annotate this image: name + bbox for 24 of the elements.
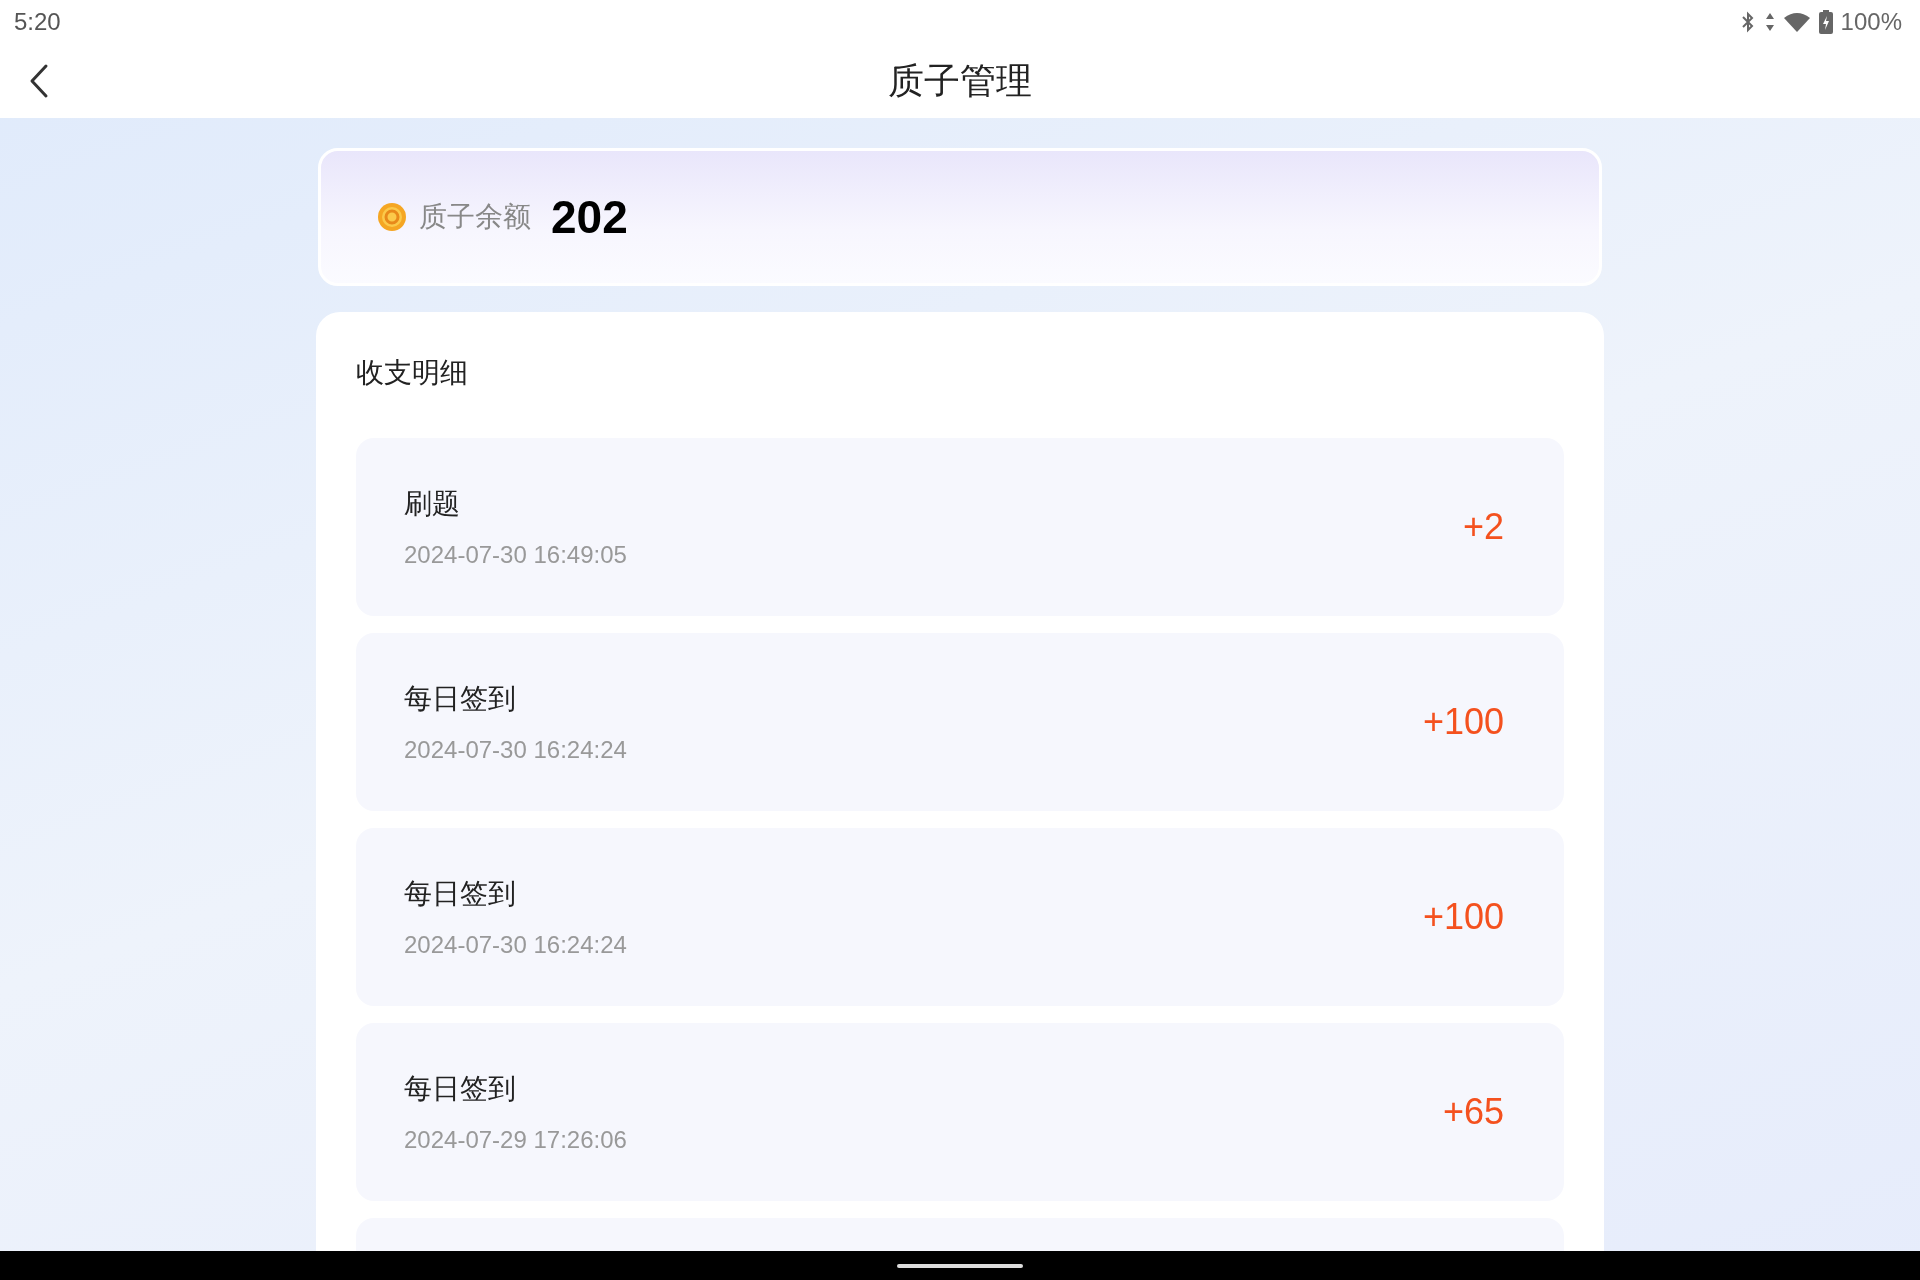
transaction-amount: +100 xyxy=(1422,896,1504,938)
transaction-name: 每日签到 xyxy=(404,1072,517,1106)
battery-percentage: 100% xyxy=(1840,8,1902,36)
battery-icon xyxy=(1818,10,1833,34)
balance-label: 质子余额 xyxy=(419,200,531,234)
transaction-name: 每日签到 xyxy=(404,877,517,911)
home-handle[interactable] xyxy=(897,1263,1023,1268)
transaction-amount: +100 xyxy=(1422,701,1504,743)
coin-icon xyxy=(377,202,407,232)
transaction-time: 2024-07-30 16:49:05 xyxy=(404,541,627,569)
data-arrows-icon xyxy=(1764,12,1775,32)
transaction-time: 2024-07-29 17:26:06 xyxy=(404,1126,627,1154)
back-icon[interactable] xyxy=(28,63,50,99)
transaction-time: 2024-07-30 16:24:24 xyxy=(404,736,627,764)
transaction-time: 2024-07-30 16:24:24 xyxy=(404,931,627,959)
section-title: 收支明细 xyxy=(356,356,469,390)
status-time: 5:20 xyxy=(14,8,61,36)
transaction-amount: +2 xyxy=(1462,506,1504,548)
balance-value: 202 xyxy=(551,190,628,244)
transaction-amount: +65 xyxy=(1442,1091,1504,1133)
transaction-name: 每日签到 xyxy=(404,682,517,716)
page-title: 质子管理 xyxy=(888,58,1032,103)
transaction-name: 刷题 xyxy=(404,487,461,521)
wifi-icon xyxy=(1782,11,1811,33)
